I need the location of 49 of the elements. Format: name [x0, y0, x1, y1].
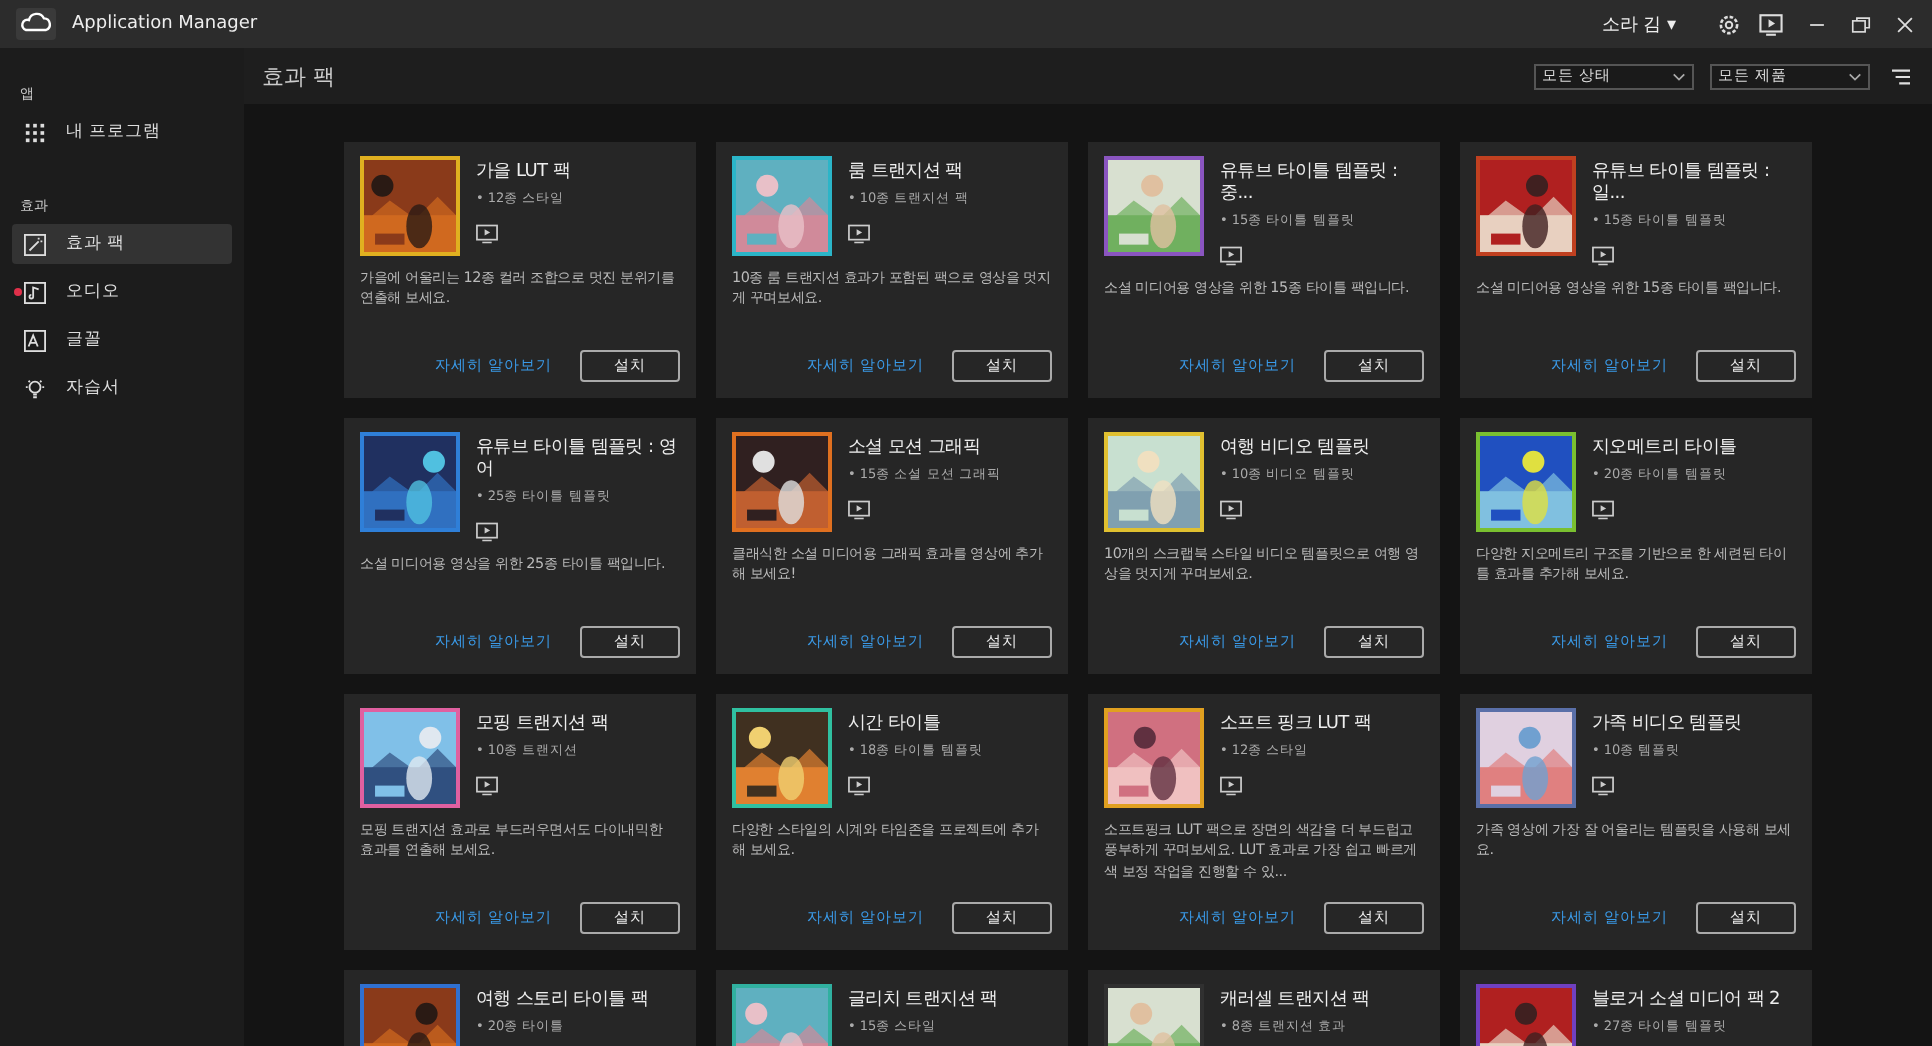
audio-file-icon [24, 281, 46, 303]
page-title: 효과 팩 [262, 61, 335, 91]
user-menu[interactable]: 소라 김 ▾ [1601, 11, 1676, 37]
preview-icon[interactable] [476, 775, 498, 796]
pack-title: 가을 LUT 팩 [476, 162, 570, 184]
preview-icon[interactable] [848, 775, 870, 796]
pack-title: 소셜 모션 그래픽 [848, 438, 983, 460]
play-screen-icon[interactable] [1758, 11, 1784, 37]
preview-icon[interactable] [848, 499, 870, 520]
font-icon [24, 329, 46, 351]
preview-icon[interactable] [1592, 775, 1614, 796]
pack-title: 글리치 트랜지션 팩 [848, 990, 998, 1012]
pack-title: 유튜브 타이틀 템플릿 : 중... [1220, 162, 1400, 206]
pack-title: 유튜브 타이틀 템플릿 : 일... [1592, 162, 1772, 206]
magic-wand-icon [24, 233, 46, 255]
pack-title: 블로거 소셜 미디어 팩 2 [1592, 990, 1780, 1012]
sidebar-item[interactable]: 내 프로그램 [12, 112, 232, 152]
pack-title: 지오메트리 타이틀 [1592, 438, 1737, 460]
pack-title: 여행 스토리 타이틀 팩 [476, 990, 648, 1012]
sidebar-item[interactable]: 오디오 [12, 272, 232, 312]
preview-icon[interactable] [848, 223, 870, 244]
close-icon[interactable] [1894, 13, 1916, 35]
preview-icon[interactable] [1220, 245, 1242, 266]
filter-icon[interactable] [1890, 67, 1912, 85]
restore-icon[interactable] [1850, 13, 1872, 35]
pack-title: 캐러셀 트랜지션 팩 [1220, 990, 1370, 1012]
caret-icon [1672, 71, 1686, 81]
pack-title: 여행 비디오 템플릿 [1220, 438, 1370, 460]
preview-icon[interactable] [1220, 499, 1242, 520]
preview-icon[interactable] [1592, 245, 1614, 266]
pack-title: 유튜브 타이틀 템플릿 : 영어 [476, 438, 678, 482]
preview-icon[interactable] [476, 521, 498, 542]
sidebar-item[interactable]: 효과 팩 [12, 224, 232, 264]
pack-title: 가족 비디오 템플릿 [1592, 714, 1742, 736]
pack-title: 시간 타이틀 [848, 714, 943, 736]
pack-title: 룸 트랜지션 팩 [848, 162, 965, 184]
sidebar-item[interactable]: 자습서 [12, 368, 232, 408]
light-bulb-icon [24, 377, 46, 399]
preview-icon[interactable] [1220, 775, 1242, 796]
pack-title: 소프트 핑크 LUT 팩 [1220, 714, 1372, 736]
cloud-logo-icon [16, 8, 56, 40]
app-title: Application Manager [72, 14, 258, 34]
preview-icon[interactable] [1592, 499, 1614, 520]
pack-title: 모핑 트랜지션 팩 [476, 714, 609, 736]
grid-icon [24, 121, 46, 143]
settings-icon[interactable] [1716, 11, 1742, 37]
caret-icon [1848, 71, 1862, 81]
preview-icon[interactable] [476, 223, 498, 244]
sidebar-item[interactable]: 글꼴 [12, 320, 232, 360]
